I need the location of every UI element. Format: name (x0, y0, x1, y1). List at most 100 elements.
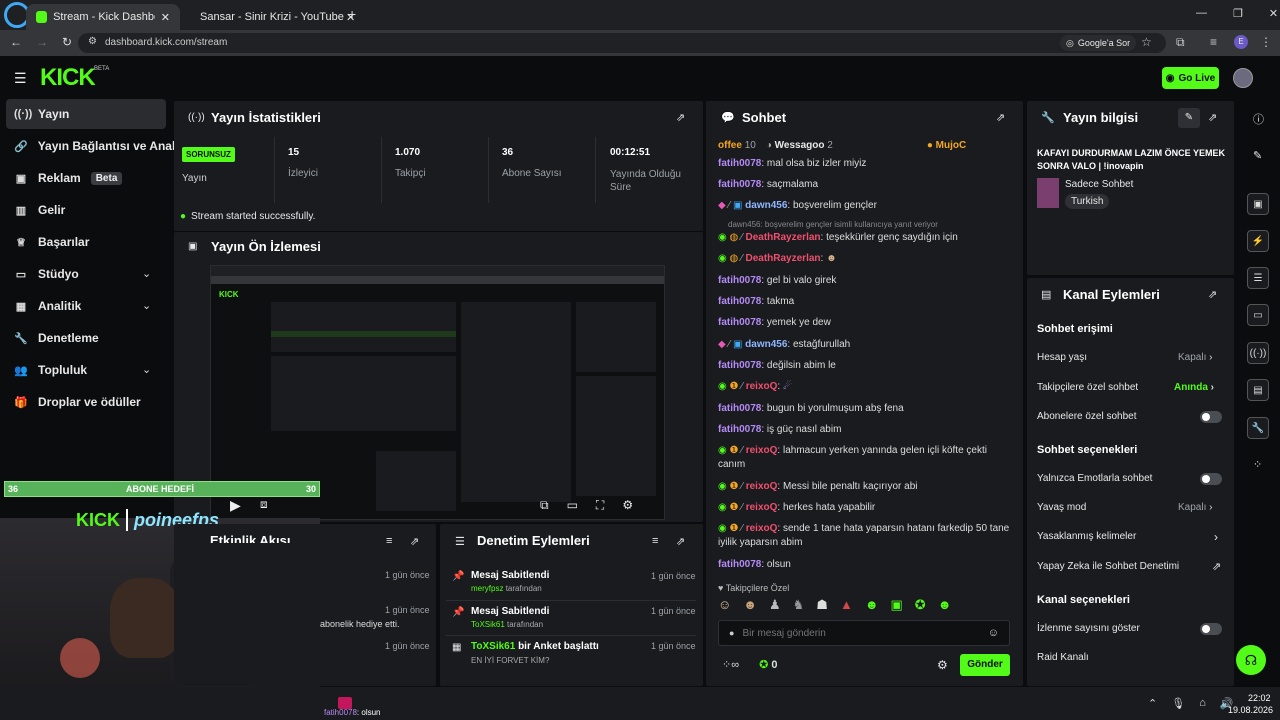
followers-chat-label[interactable]: Takipçilere özel sohbet (1037, 382, 1138, 393)
new-tab-button[interactable]: + (348, 6, 356, 22)
preview-toggle-icon[interactable]: ▣ (1247, 193, 1269, 215)
chevron-down-icon[interactable]: ⌄ (142, 363, 151, 376)
expand-icon[interactable]: ⇗ (410, 535, 419, 548)
go-live-button[interactable]: ◉ Go Live (1162, 67, 1219, 89)
expand-icon[interactable]: ⇗ (1208, 111, 1217, 124)
broadcast-icon[interactable]: ((·)) (1247, 342, 1269, 364)
expand-icon[interactable]: ⇗ (676, 535, 685, 548)
address-bar[interactable] (78, 33, 1166, 53)
channel-actions-toggle-icon[interactable]: ▤ (1247, 379, 1269, 401)
users-icon[interactable]: ⁘ (1253, 458, 1262, 471)
close-icon[interactable]: ✕ (1269, 7, 1278, 20)
hamburger-menu-icon[interactable]: ☰ (14, 70, 27, 87)
external-link-icon[interactable]: ⇗ (1212, 560, 1221, 573)
settings-gear-icon[interactable]: ⚙ (622, 498, 633, 513)
maximize-icon[interactable]: ❐ (1233, 7, 1243, 20)
account-age-label[interactable]: Hesap yaşı (1037, 352, 1087, 363)
google-ask-button[interactable]: ◎ Google'a Sor (1060, 35, 1137, 51)
emote-icon[interactable]: ▣ (891, 597, 903, 613)
filter-icon[interactable]: ≡ (652, 535, 658, 547)
emote-icon[interactable]: ☺ (718, 597, 731, 613)
emote-icon[interactable]: ♟ (769, 597, 781, 613)
edit-pencil-icon[interactable]: ✎ (1178, 108, 1200, 128)
sidebar-item-yayin[interactable]: ((·)) Yayın (6, 99, 166, 129)
chat-input[interactable]: ● ☺ (718, 620, 1010, 646)
clock-time[interactable]: 22:02 (1248, 693, 1271, 703)
support-headset-icon[interactable]: ☊ (1236, 645, 1266, 675)
chevron-right-icon[interactable]: › (1214, 530, 1218, 544)
chevron-down-icon[interactable]: ⌄ (142, 299, 151, 312)
expand-icon[interactable]: ⇗ (676, 111, 685, 124)
raid-channel-label[interactable]: Raid Kanalı (1037, 652, 1089, 663)
pip-icon[interactable]: ⧉ (540, 498, 549, 513)
bookmark-star-icon[interactable]: ☆ (1141, 35, 1152, 49)
gifter-chip[interactable]: ● MujoC (843, 140, 966, 151)
filter-icon[interactable]: ≡ (386, 535, 392, 547)
sidebar-item-gelir[interactable]: ▥ Gelir (6, 195, 166, 225)
send-button[interactable]: Gönder (960, 654, 1010, 676)
sidebar-item-droplar[interactable]: 🎁 Droplar ve ödüller (6, 387, 166, 417)
skip-icon[interactable]: ⧈ (260, 497, 268, 512)
theater-icon[interactable]: ▭ (567, 498, 578, 513)
gifter-chip[interactable]: ◑ Wessagoo 2 (766, 140, 833, 151)
slow-mode-value[interactable]: Kapalı › (1178, 502, 1212, 513)
browser-tab-active[interactable]: Stream - Kick Dashboard ✕ (26, 4, 180, 30)
gifter-chip[interactable]: offee 10 (718, 140, 756, 151)
emote-icon[interactable]: ☻ (938, 597, 952, 613)
language-tag[interactable]: Turkish (1065, 194, 1110, 209)
subs-chat-toggle[interactable] (1200, 411, 1222, 423)
wrench-icon[interactable]: 🔧 (1247, 417, 1269, 439)
users-icon[interactable]: ⁘∞ (722, 658, 739, 671)
sidebar-item-stream-key[interactable]: 🔗 Yayın Bağlantısı ve Anahtarı (6, 131, 178, 161)
info-icon[interactable]: ⓘ (1253, 111, 1264, 127)
expand-icon[interactable]: ⇗ (996, 111, 1005, 124)
media-icon[interactable]: ≡ (1210, 35, 1217, 49)
sidebar-item-basarilar[interactable]: ♕ Başarılar (6, 227, 166, 257)
mod-user[interactable]: meryfpsz (471, 584, 503, 593)
lightning-icon[interactable]: ⚡ (1247, 230, 1269, 252)
chevron-up-icon[interactable]: ⌃ (1148, 697, 1157, 710)
pencil-icon[interactable]: ✎ (1253, 149, 1262, 162)
list-icon[interactable]: ☰ (1247, 267, 1269, 289)
emote-icon[interactable]: ♞ (793, 597, 805, 613)
play-icon[interactable]: ▶ (230, 497, 241, 514)
sidebar-item-denetleme[interactable]: 🔧 Denetleme (6, 323, 166, 353)
network-icon[interactable]: ⌂ (1199, 697, 1206, 710)
mod-user[interactable]: ToXSik61 (471, 620, 505, 629)
emote-icon[interactable]: ☻ (743, 597, 757, 613)
emote-icon[interactable]: ☗ (816, 597, 828, 613)
microphone-icon[interactable]: 🎙 (1171, 697, 1185, 710)
category-name[interactable]: Sadece Sohbet (1065, 179, 1133, 190)
chat-message-field[interactable] (742, 627, 980, 639)
followers-chat-value[interactable]: Anında › (1174, 382, 1214, 393)
reload-icon[interactable]: ↻ (62, 35, 72, 49)
points-display[interactable]: ✪ 0 (759, 658, 777, 671)
minimize-icon[interactable]: — (1196, 7, 1207, 20)
forward-icon[interactable]: → (36, 35, 48, 49)
profile-avatar[interactable]: E (1234, 35, 1248, 49)
back-icon[interactable]: ← (10, 35, 22, 49)
chat-toggle-icon[interactable]: ▭ (1247, 304, 1269, 326)
tab-close-icon[interactable]: ✕ (161, 11, 170, 24)
chevron-down-icon[interactable]: ⌄ (142, 267, 151, 280)
emote-icon[interactable]: ✪ (915, 597, 926, 613)
banned-words-label[interactable]: Yasaklanmış kelimeler (1037, 531, 1136, 542)
emoji-icon[interactable]: ☺ (988, 627, 999, 639)
user-avatar[interactable] (1233, 68, 1253, 88)
browser-tab-youtube[interactable]: Sansar - Sinir Krizi - YouTube ✕ (184, 4, 362, 30)
site-info-icon[interactable]: ⚙ (88, 36, 97, 47)
clock-date[interactable]: 19.08.2026 (1228, 705, 1273, 715)
emote-icon[interactable]: ▲ (840, 597, 853, 613)
kick-logo[interactable]: KICK (40, 64, 96, 92)
emote-icon[interactable]: ☻ (865, 597, 879, 613)
chat-settings-gear-icon[interactable]: ⚙ (937, 658, 948, 672)
account-age-value[interactable]: Kapalı › (1178, 352, 1212, 363)
ai-moderation-label[interactable]: Yapay Zeka ile Sohbet Denetimi (1037, 561, 1179, 572)
browser-menu-icon[interactable]: ⋮ (1260, 35, 1272, 49)
mod-user[interactable]: ToXSik61 (471, 641, 515, 652)
sidebar-item-reklam[interactable]: ▣ Reklam Beta (6, 163, 166, 193)
show-viewers-toggle[interactable] (1200, 623, 1222, 635)
fullscreen-icon[interactable]: ⛶ (596, 498, 604, 513)
expand-icon[interactable]: ⇗ (1208, 288, 1217, 301)
slow-mode-label[interactable]: Yavaş mod (1037, 502, 1086, 513)
